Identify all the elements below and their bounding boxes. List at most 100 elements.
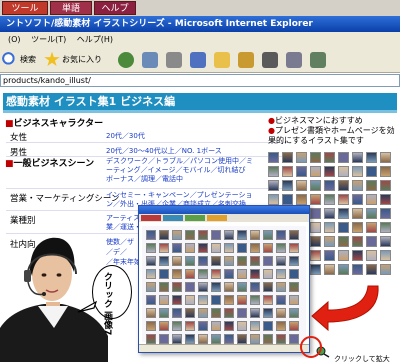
general-value[interactable]: デスクワーク／トラブル／パソコン使用中／ミーティング／イメージ／モバイル／切れ結… bbox=[106, 157, 254, 184]
illustration-thumbnail[interactable] bbox=[338, 236, 349, 247]
illustration-thumbnail[interactable] bbox=[185, 282, 195, 292]
illustration-thumbnail[interactable] bbox=[185, 230, 195, 240]
illustration-thumbnail[interactable] bbox=[146, 334, 156, 344]
illustration-thumbnail[interactable] bbox=[211, 308, 221, 318]
illustration-thumbnail[interactable] bbox=[366, 222, 377, 233]
illustration-thumbnail[interactable] bbox=[380, 264, 391, 275]
popup-tab[interactable] bbox=[185, 215, 205, 221]
illustration-thumbnail[interactable] bbox=[338, 264, 349, 275]
illustration-thumbnail[interactable] bbox=[237, 321, 247, 331]
illustration-thumbnail[interactable] bbox=[159, 295, 169, 305]
popup-tab[interactable] bbox=[207, 215, 227, 221]
illustration-thumbnail[interactable] bbox=[224, 308, 234, 318]
illustration-thumbnail[interactable] bbox=[159, 321, 169, 331]
illustration-thumbnail[interactable] bbox=[224, 282, 234, 292]
illustration-thumbnail[interactable] bbox=[366, 194, 377, 205]
illustration-thumbnail[interactable] bbox=[296, 166, 307, 177]
illustration-thumbnail[interactable] bbox=[310, 250, 321, 261]
illustration-thumbnail[interactable] bbox=[211, 282, 221, 292]
illustration-thumbnail[interactable] bbox=[172, 334, 182, 344]
illustration-thumbnail[interactable] bbox=[289, 308, 299, 318]
illustration-thumbnail[interactable] bbox=[338, 222, 349, 233]
illustration-thumbnail[interactable] bbox=[146, 308, 156, 318]
illustration-thumbnail[interactable] bbox=[263, 295, 273, 305]
illustration-thumbnail[interactable] bbox=[263, 334, 273, 344]
popup-tab[interactable] bbox=[141, 215, 161, 221]
illustration-thumbnail[interactable] bbox=[198, 269, 208, 279]
illustration-thumbnail[interactable] bbox=[282, 180, 293, 191]
illustration-thumbnail[interactable] bbox=[250, 256, 260, 266]
illustration-thumbnail[interactable] bbox=[268, 180, 279, 191]
illustration-thumbnail[interactable] bbox=[146, 269, 156, 279]
illustration-thumbnail[interactable] bbox=[310, 194, 321, 205]
illustration-thumbnail[interactable] bbox=[237, 230, 247, 240]
illustration-thumbnail[interactable] bbox=[198, 282, 208, 292]
illustration-thumbnail[interactable] bbox=[172, 230, 182, 240]
edit-button[interactable] bbox=[190, 51, 208, 69]
illustration-thumbnail[interactable] bbox=[198, 243, 208, 253]
print-button[interactable] bbox=[166, 51, 184, 69]
illustration-thumbnail[interactable] bbox=[324, 222, 335, 233]
illustration-thumbnail[interactable] bbox=[352, 264, 363, 275]
illustration-thumbnail[interactable] bbox=[185, 334, 195, 344]
illustration-thumbnail[interactable] bbox=[380, 180, 391, 191]
illustration-thumbnail[interactable] bbox=[268, 152, 279, 163]
illustration-thumbnail[interactable] bbox=[250, 282, 260, 292]
illustration-thumbnail[interactable] bbox=[172, 295, 182, 305]
illustration-thumbnail[interactable] bbox=[380, 250, 391, 261]
illustration-thumbnail[interactable] bbox=[237, 295, 247, 305]
menu-item-o[interactable]: (O) bbox=[8, 35, 21, 44]
illustration-thumbnail[interactable] bbox=[263, 269, 273, 279]
illustration-thumbnail[interactable] bbox=[263, 321, 273, 331]
mail-button[interactable] bbox=[142, 51, 160, 69]
favorites-button[interactable]: お気に入り bbox=[44, 51, 102, 69]
illustration-thumbnail[interactable] bbox=[198, 295, 208, 305]
illustration-thumbnail[interactable] bbox=[352, 166, 363, 177]
search-button[interactable]: 検索 bbox=[2, 51, 36, 69]
illustration-thumbnail[interactable] bbox=[146, 256, 156, 266]
address-bar[interactable]: products/kando_illust/ bbox=[0, 74, 400, 87]
illustration-thumbnail[interactable] bbox=[172, 243, 182, 253]
illustration-thumbnail[interactable] bbox=[224, 334, 234, 344]
illustration-thumbnail[interactable] bbox=[146, 230, 156, 240]
illustration-thumbnail[interactable] bbox=[296, 180, 307, 191]
illustration-thumbnail[interactable] bbox=[366, 264, 377, 275]
illustration-thumbnail[interactable] bbox=[276, 230, 286, 240]
illustration-thumbnail[interactable] bbox=[185, 308, 195, 318]
illustration-thumbnail[interactable] bbox=[296, 152, 307, 163]
illustration-thumbnail[interactable] bbox=[352, 236, 363, 247]
illustration-thumbnail[interactable] bbox=[172, 256, 182, 266]
illustration-thumbnail[interactable] bbox=[185, 256, 195, 266]
menu-item-help[interactable]: ヘルプ(H) bbox=[77, 35, 113, 44]
illustration-thumbnail[interactable] bbox=[159, 282, 169, 292]
illustration-thumbnail[interactable] bbox=[289, 256, 299, 266]
illustration-thumbnail[interactable] bbox=[289, 269, 299, 279]
illustration-thumbnail[interactable] bbox=[172, 269, 182, 279]
illustration-thumbnail[interactable] bbox=[366, 250, 377, 261]
illustration-thumbnail[interactable] bbox=[310, 222, 321, 233]
illustration-thumbnail[interactable] bbox=[352, 152, 363, 163]
illustration-thumbnail[interactable] bbox=[310, 166, 321, 177]
illustration-thumbnail[interactable] bbox=[310, 264, 321, 275]
illustration-thumbnail[interactable] bbox=[282, 166, 293, 177]
illustration-thumbnail[interactable] bbox=[276, 334, 286, 344]
illustration-thumbnail[interactable] bbox=[224, 295, 234, 305]
illustration-thumbnail[interactable] bbox=[146, 282, 156, 292]
research-button[interactable] bbox=[286, 51, 304, 69]
illustration-thumbnail[interactable] bbox=[263, 256, 273, 266]
messenger-button[interactable] bbox=[262, 51, 280, 69]
illustration-thumbnail[interactable] bbox=[211, 295, 221, 305]
menu-item-tools[interactable]: ツール(T) bbox=[31, 35, 66, 44]
internal-value-1[interactable]: 使数／ザ bbox=[106, 238, 134, 247]
illustration-thumbnail[interactable] bbox=[263, 308, 273, 318]
illustration-thumbnail[interactable] bbox=[324, 264, 335, 275]
tools-button[interactable] bbox=[310, 51, 328, 69]
illustration-thumbnail[interactable] bbox=[250, 321, 260, 331]
illustration-thumbnail[interactable] bbox=[289, 334, 299, 344]
illustration-thumbnail[interactable] bbox=[268, 194, 279, 205]
illustration-thumbnail[interactable] bbox=[289, 321, 299, 331]
illustration-thumbnail[interactable] bbox=[324, 166, 335, 177]
illustration-thumbnail[interactable] bbox=[159, 256, 169, 266]
illustration-thumbnail[interactable] bbox=[237, 256, 247, 266]
illustration-thumbnail[interactable] bbox=[224, 243, 234, 253]
